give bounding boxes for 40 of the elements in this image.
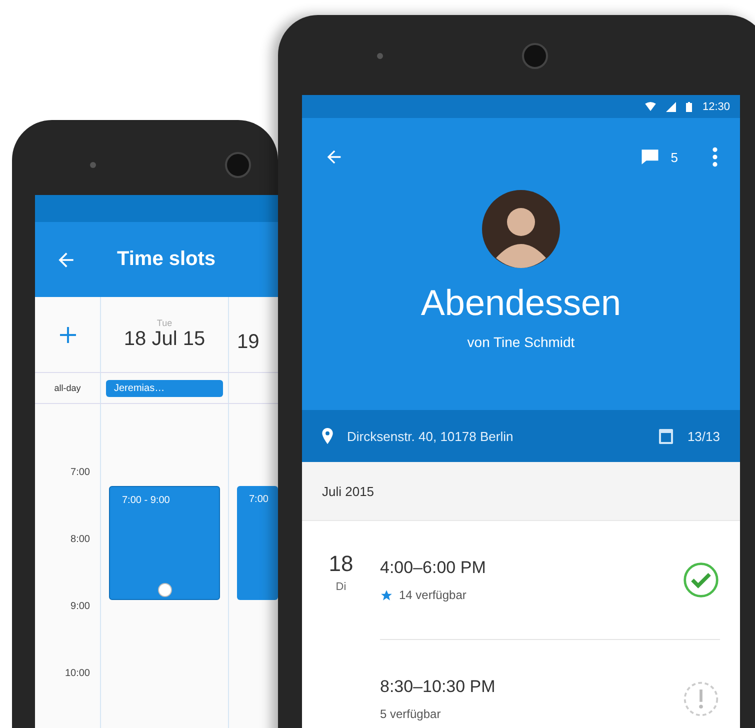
hour-label: 8:00 [70,534,90,547]
event-title: Abendessen [420,282,622,324]
date-label: 19 [237,331,260,354]
wifi-icon [645,102,656,111]
time-slot-row[interactable]: 8:30–10:30 PM 5 verfügbar [380,640,720,728]
organizer-label: von Tine Schmidt [467,334,575,350]
more-options-icon[interactable] [712,146,718,168]
weekday-label: Tue [156,318,172,328]
comment-count: 5 [670,150,678,164]
weekday-label: Di [336,581,346,593]
hour-label: 7:00 [70,467,90,480]
time-slot-block[interactable]: 7:00 [237,486,278,600]
screen-title: Time slots [117,248,216,271]
time-slot-row[interactable]: 4:00–6:00 PM 14 verfügbar [380,521,720,640]
all-day-event[interactable]: Jeremias… [106,380,223,396]
slot-time: 8:30–10:30 PM [380,677,496,697]
availability-label: 14 verfügbar [399,588,466,602]
location-pin-icon [322,428,333,444]
calendar-icon [659,428,674,444]
speaker-dot [377,53,383,59]
month-header: Juli 2015 [322,484,374,498]
time-slot-block[interactable]: 7:00 - 9:00 [109,486,220,600]
hour-label: 10:00 [64,668,90,681]
camera-lens [225,152,251,178]
resize-handle[interactable] [158,583,172,597]
all-day-label: all-day [54,383,81,393]
check-circle-icon[interactable] [682,561,720,599]
day-number: 18 [328,551,354,577]
battery-icon [686,102,692,112]
exclamation-circle-icon[interactable] [682,680,720,718]
address-label[interactable]: Dircksenstr. 40, 10178 Berlin [347,428,514,444]
hour-label: 9:00 [70,601,90,614]
signal-icon [666,102,676,112]
speaker-dot [90,162,96,168]
availability-label: 5 verfügbar [380,707,441,721]
camera-lens [522,43,548,69]
slot-time: 4:00–6:00 PM [380,558,486,578]
clock-time: 12:30 [702,100,730,112]
date-label: 18 Jul 15 [124,328,206,351]
participant-count: 13/13 [687,428,720,444]
